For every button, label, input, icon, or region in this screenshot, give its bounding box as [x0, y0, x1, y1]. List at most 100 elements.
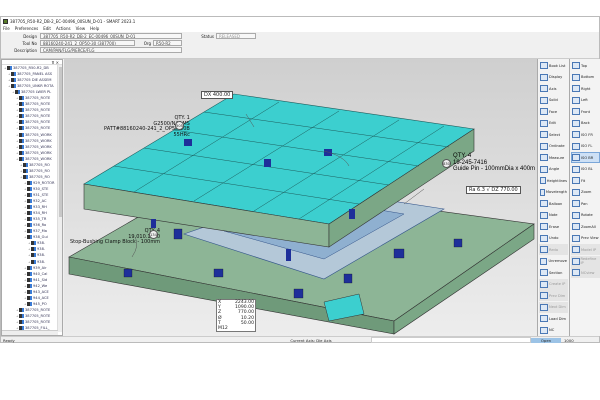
button-label: Zoom [581, 190, 592, 194]
button-label: Display [549, 75, 563, 79]
tree-item-label: 938_Gui [33, 235, 48, 240]
component-icon [19, 144, 24, 149]
note-icon [540, 211, 548, 219]
menu-actions[interactable]: Actions [56, 26, 71, 31]
balloon-button[interactable]: Balloon [539, 198, 568, 209]
ordinate-icon [540, 142, 548, 150]
back-button[interactable]: Back [571, 118, 600, 129]
note-desc: Guide Pin - 100mmDia x 400m [453, 166, 536, 172]
select-button[interactable]: Select [539, 129, 568, 140]
model-ip-button[interactable]: Model IP [571, 244, 600, 255]
tree-item-label: 387705 LWER PL [21, 90, 52, 95]
zoom-button[interactable]: Zoom [571, 187, 600, 198]
redefine-ip-button[interactable]: Redefine IP [571, 255, 600, 267]
button-label: Note [549, 213, 558, 217]
nc-button[interactable]: NC [539, 325, 568, 336]
button-label: Edit [549, 121, 556, 125]
button-label: Next Dim [549, 305, 566, 309]
axis-button[interactable]: Axis [539, 83, 568, 94]
balloon-134[interactable]: 134 [149, 230, 158, 239]
note-button[interactable]: Note [539, 210, 568, 221]
menu-edit[interactable]: Edit [43, 26, 51, 31]
iso-fl-button[interactable]: ISO FL [571, 141, 600, 152]
button-label: Book List [549, 63, 566, 68]
angle-icon [540, 165, 548, 173]
rotate-button[interactable]: Rotate [571, 210, 600, 221]
button-label: Movelength [545, 190, 567, 194]
next-dim-button[interactable]: Next Dim [539, 301, 568, 313]
status-mode[interactable]: Open [531, 337, 561, 343]
balloon-505[interactable]: 505 [175, 121, 184, 130]
prev-view-button[interactable]: Prev View [571, 233, 600, 244]
component-icon [19, 156, 24, 161]
load-dim-button[interactable]: Load Dim [539, 313, 568, 324]
menu-view[interactable]: View [76, 26, 86, 31]
description-field[interactable]: CAM/PAN/FLG/PIERCE/FLG [40, 47, 182, 53]
fit-button[interactable]: Fit [571, 175, 600, 186]
coordinate-value: 50.00 [240, 320, 254, 326]
angle-button[interactable]: Angle [539, 164, 568, 175]
design-field[interactable]: 387705_R50-R2_DB-2_EC-00496_00SUN_D-01 [40, 33, 182, 39]
section-button[interactable]: Section [539, 267, 568, 278]
menu-preferences[interactable]: Preferences [15, 26, 39, 31]
pan-icon [572, 200, 580, 207]
tree-item-label: 933_RH [33, 205, 47, 210]
button-label: Axis [549, 86, 557, 91]
movelength-button[interactable]: Movelength [539, 187, 568, 198]
erase-button[interactable]: Erase [539, 221, 568, 232]
button-label: Section [549, 270, 563, 275]
balloon-note-134[interactable]: QTY. 4 19.010.1110 Stop-Bushing Clamp Bl… [70, 228, 160, 246]
display-button[interactable]: Display [539, 72, 568, 83]
balloon-830[interactable]: 830 [442, 159, 451, 168]
status-dropdown[interactable]: RELEASED [216, 33, 256, 39]
dimension-dx[interactable]: DX 400.00 [201, 91, 234, 99]
unremove-button[interactable]: Unremove [539, 256, 568, 267]
top-button[interactable]: Top [571, 60, 600, 71]
face-button[interactable]: Face [539, 106, 568, 117]
window-title: 387705_R50-R2_DB-2_EC-00496_00SUN_D-01 -… [10, 18, 136, 24]
redo-icon [540, 246, 548, 253]
menu-help[interactable]: Help [90, 26, 99, 31]
tree-vertical-scrollbar[interactable] [57, 65, 62, 332]
undo-button[interactable]: Undo [539, 233, 568, 244]
status-current-axis: Current Axis: Die Axis [290, 337, 332, 343]
ncview-button[interactable]: NCview [571, 267, 600, 278]
pan-button[interactable]: Pan [571, 198, 600, 209]
create-ip-button[interactable]: Create IP [539, 278, 568, 290]
balloon-note-830[interactable]: QTY. 4 19-245-7416 Guide Pin - 100mmDia … [453, 153, 535, 173]
heightlines-button[interactable]: Heightlines [539, 175, 568, 186]
solid-button[interactable]: Solid [539, 95, 568, 106]
redo-button[interactable]: Redo [539, 244, 568, 255]
tree-item-label: 387705_PANEL ASS [17, 72, 53, 77]
select-icon [540, 131, 548, 138]
tree-item-label: 932_AC [33, 199, 47, 204]
iso-br-button[interactable]: ISO BR [571, 152, 600, 163]
button-label: Right [581, 86, 591, 91]
menu-file[interactable]: File [3, 26, 10, 31]
edit-button[interactable]: Edit [539, 118, 568, 129]
iso-fr-button[interactable]: ISO FR [571, 129, 600, 140]
tree-item-label: 387705_ROTE [25, 313, 51, 318]
ncview-icon [572, 269, 580, 276]
status-field [371, 337, 531, 343]
prev-dim-button[interactable]: Prev Dim [539, 290, 568, 301]
next-dim-icon [540, 303, 548, 311]
zoomall-button[interactable]: ZoomAll [571, 221, 600, 232]
surface-dimension-dz[interactable]: Ra 6.3 √ DZ 770.00 [466, 186, 521, 194]
view-left-icon [572, 96, 580, 104]
button-label: NC [549, 328, 555, 332]
tree-item-label: 938. [37, 259, 46, 264]
tree-horizontal-scrollbar[interactable] [2, 330, 58, 335]
measure-button[interactable]: Measure [539, 152, 568, 163]
iso-bl-button[interactable]: ISO BL [571, 164, 600, 175]
component-icon [27, 217, 32, 222]
3d-viewport[interactable]: DX 400.00 QTY. 1 G2500/NAAMS PATT#881602… [64, 59, 537, 336]
right-button[interactable]: Right [571, 83, 600, 94]
prev-view-icon [572, 234, 580, 242]
book-list-button[interactable]: Book List [539, 60, 568, 71]
left-button[interactable]: Left [571, 95, 600, 106]
front-button[interactable]: Front [571, 106, 600, 117]
bottom-button[interactable]: Bottom [571, 72, 600, 83]
org-field[interactable]: R50-R2 [153, 40, 182, 46]
ordinate-button[interactable]: Ordinate [539, 141, 568, 152]
